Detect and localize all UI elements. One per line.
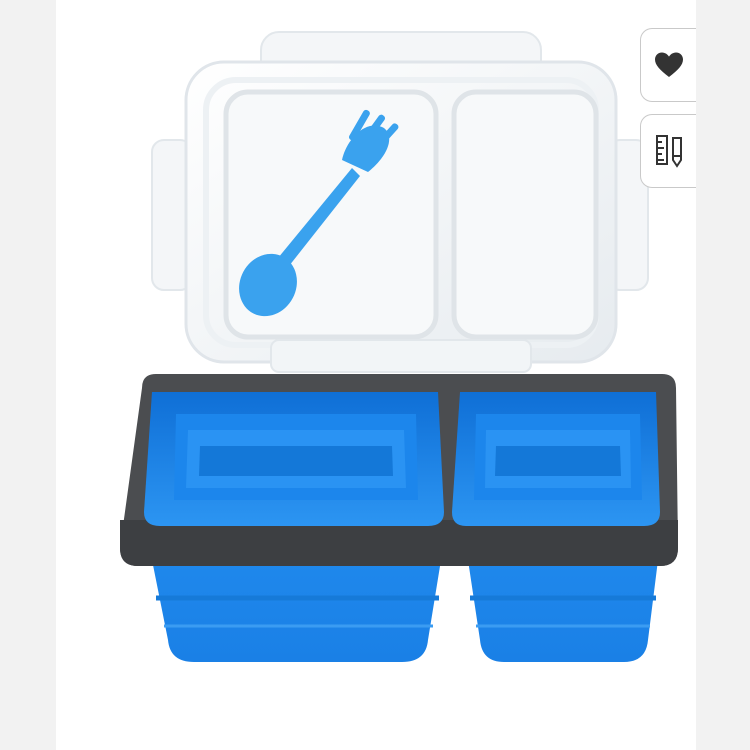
product-gallery [56,0,696,750]
product-image[interactable] [56,0,696,750]
container-base [120,374,678,662]
size-guide-button[interactable] [640,114,696,188]
heart-icon [654,51,684,79]
lid [151,31,649,373]
favorite-button[interactable] [640,28,696,102]
size-guide-icon [654,134,684,168]
right-gutter [696,0,750,750]
